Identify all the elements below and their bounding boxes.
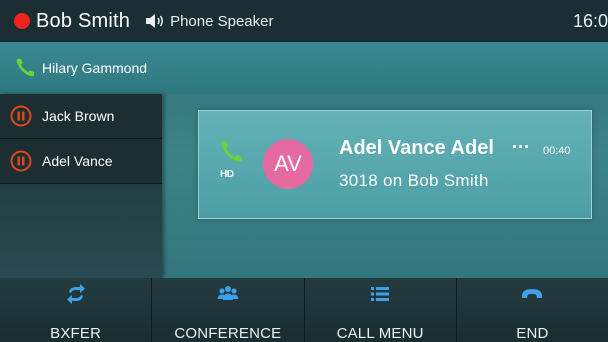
call-duration: 00:40 xyxy=(543,145,571,157)
softkey-label: CALL MENU xyxy=(336,325,424,342)
transfer-icon xyxy=(66,284,85,304)
phone-icon xyxy=(16,58,35,77)
held-call-name: Jack Brown xyxy=(42,108,115,124)
caller-name-ellipsis: ··· xyxy=(512,137,530,157)
active-call-name: Hilary Gammond xyxy=(42,60,148,76)
line-status-icon xyxy=(14,13,30,29)
hold-icon xyxy=(10,150,32,172)
user-name: Bob Smith xyxy=(36,9,131,32)
caller-avatar: AV xyxy=(263,139,313,189)
speaker-icon xyxy=(146,14,164,28)
caller-line-info: 3018 on Bob Smith xyxy=(339,171,489,190)
conference-icon xyxy=(217,286,239,300)
speaker-label: Phone Speaker xyxy=(170,12,274,30)
call-menu-button[interactable]: CALL MENU xyxy=(305,278,457,342)
phone-screen: Bob Smith Phone Speaker 16:0 Hilary Gamm… xyxy=(0,0,608,342)
phone-icon xyxy=(221,141,242,162)
hold-icon xyxy=(10,105,32,127)
held-calls-panel: Jack Brown Adel Vance xyxy=(0,94,162,278)
hd-audio-badge: HD xyxy=(220,169,234,180)
held-call-item[interactable]: Jack Brown xyxy=(0,94,162,139)
audio-mode: Phone Speaker xyxy=(144,12,274,30)
active-call-row[interactable]: Hilary Gammond xyxy=(0,42,608,94)
softkey-bar: BXFER CONFERENCE CALL MENU END xyxy=(0,278,608,342)
conference-button[interactable]: CONFERENCE xyxy=(152,278,305,342)
clock: 16:0 xyxy=(572,10,608,31)
bxfer-button[interactable]: BXFER xyxy=(0,278,153,342)
menu-icon xyxy=(371,287,390,301)
caller-name: Adel Vance Adel xyxy=(339,137,494,159)
call-card[interactable]: HD AV Adel Vance Adel ··· 00:40 3018 on … xyxy=(198,110,592,219)
held-call-name: Adel Vance xyxy=(42,153,113,169)
avatar-initials: AV xyxy=(274,151,302,176)
status-bar: Bob Smith Phone Speaker 16:0 xyxy=(0,0,608,42)
softkey-label: CONFERENCE xyxy=(174,325,282,342)
softkey-label: END xyxy=(516,325,549,342)
end-call-button[interactable]: END xyxy=(457,278,608,342)
held-call-item[interactable]: Adel Vance xyxy=(0,139,162,184)
hangup-icon xyxy=(522,289,543,298)
softkey-label: BXFER xyxy=(50,325,102,342)
